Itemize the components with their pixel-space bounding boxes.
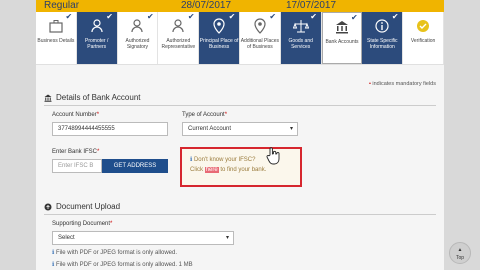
tab-authorized-representative[interactable]: ✔ Authorized Representative (158, 12, 200, 64)
tab-goods-services[interactable]: ✔ Goods and Services (280, 12, 322, 64)
check-icon: ✔ (310, 12, 317, 21)
account-number-input[interactable]: 37748994444455555 (52, 122, 168, 136)
tab-principal-place[interactable]: ✔ Principal Place of Business (199, 12, 240, 64)
mandatory-note: • indicates mandatory fields (368, 81, 436, 87)
taxpayer-type: Regular (44, 0, 80, 11)
step-label: Promoter / Partners (85, 38, 109, 50)
person-icon (91, 19, 103, 33)
account-type-select[interactable]: Current Account (182, 122, 298, 136)
bank-section-title: Details of Bank Account (44, 93, 141, 102)
find-ifsc-link[interactable]: here (204, 167, 219, 173)
divider (44, 214, 436, 215)
info-icon: ℹ (52, 262, 55, 268)
check-icon: ✔ (106, 12, 113, 21)
upload-section-title: Document Upload (44, 202, 120, 211)
ifsc-help-box: ℹ Don't know your IFSC? Click here to fi… (180, 147, 302, 187)
check-icon: ✔ (228, 12, 236, 21)
left-gutter (0, 0, 36, 270)
step-label: Bank Accounts (325, 39, 359, 45)
scale-icon (292, 20, 309, 33)
top-button-label: Top (455, 255, 465, 261)
user-icon (172, 19, 184, 33)
tab-verification[interactable]: Verification (403, 12, 444, 64)
supporting-doc-label: Supporting Document* (52, 221, 113, 227)
ifsc-input[interactable]: Enter IFSC B (52, 159, 102, 173)
check-icon: ✔ (187, 12, 195, 21)
account-type-label: Type of Account* (182, 112, 228, 118)
check-icon: ✔ (391, 12, 399, 21)
tab-additional-places[interactable]: ✔ Additional Places of Business (240, 12, 281, 64)
step-label: Principal Place of Business (199, 38, 239, 50)
step-label: Verification (410, 38, 436, 44)
map-pin-icon (254, 18, 266, 34)
check-icon: ✔ (147, 12, 154, 21)
file-format-note: ℹ File with PDF or JPEG format is only a… (52, 250, 177, 256)
user-icon (131, 19, 144, 33)
check-icon: ✔ (65, 12, 73, 21)
file-size-note: ℹ File with PDF or JPEG format is only a… (52, 262, 193, 268)
step-label: Goods and Services (288, 38, 313, 50)
get-address-button[interactable]: GET ADDRESS (102, 159, 168, 173)
top-status-bar: Regular 28/07/2017 17/07/2017 (36, 0, 444, 12)
info-icon: ℹ (190, 157, 193, 163)
step-label: State Specific Information (366, 38, 398, 50)
account-number-label: Account Number* (52, 112, 100, 118)
ifsc-help-line2: Click here to find your bank. (190, 167, 267, 173)
bank-icon (335, 21, 348, 34)
hand-cursor-icon (266, 147, 280, 165)
ifsc-label: Enter Bank IFSC* (52, 149, 100, 155)
tab-business-details[interactable]: ✔ Business Details (36, 12, 77, 64)
step-label: Authorized Representative (161, 38, 196, 50)
main-content: • indicates mandatory fields Details of … (36, 64, 444, 270)
scroll-top-button[interactable]: ▲ Top (449, 242, 471, 264)
tab-authorized-signatory[interactable]: ✔ Authorized Signatory (118, 12, 159, 64)
registration-stepper: ✔ Business Details ✔ Promoter / Partners… (36, 12, 444, 64)
info-icon (375, 19, 389, 33)
tab-bank-accounts[interactable]: ✔ Bank Accounts (321, 12, 363, 64)
divider (44, 105, 436, 106)
info-icon: ℹ (52, 250, 55, 256)
tab-state-specific[interactable]: ✔ State Specific Information (362, 12, 404, 64)
check-icon: ✔ (269, 12, 277, 21)
right-gutter (444, 0, 480, 270)
check-icon: ✔ (351, 13, 358, 22)
supporting-doc-select[interactable]: Select (52, 231, 234, 245)
step-label: Additional Places of Business (240, 38, 280, 50)
step-label: Authorized Signatory (125, 38, 150, 50)
check-circle-icon (417, 20, 430, 32)
step-label: Business Details (37, 38, 75, 44)
upload-cloud-icon (44, 203, 52, 210)
date-2: 17/07/2017 (286, 0, 337, 11)
tab-promoter-partners[interactable]: ✔ Promoter / Partners (76, 12, 118, 64)
bank-icon (44, 94, 52, 102)
map-pin-icon (213, 18, 225, 34)
briefcase-icon (49, 20, 63, 33)
date-1: 28/07/2017 (181, 0, 232, 11)
chevron-up-icon: ▲ (457, 247, 463, 253)
